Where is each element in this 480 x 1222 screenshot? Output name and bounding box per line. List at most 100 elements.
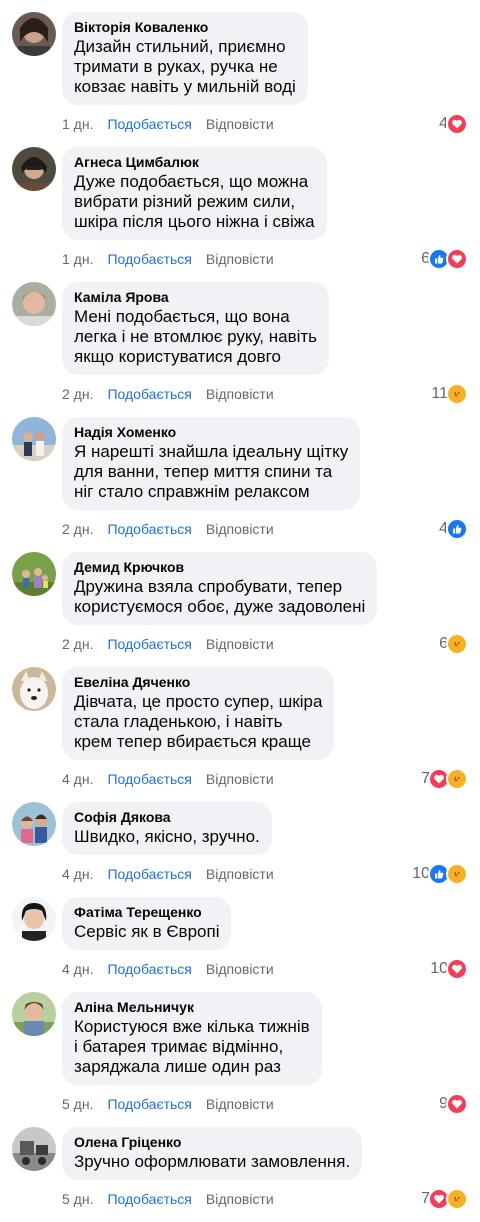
comment-time[interactable]: 4 дн. — [62, 960, 93, 978]
comment-time[interactable]: 2 дн. — [62, 520, 93, 538]
comment-time[interactable]: 2 дн. — [62, 635, 93, 653]
reply-button[interactable]: Відповісти — [206, 865, 274, 883]
reply-button[interactable]: Відповісти — [206, 1190, 274, 1208]
comment-actions: 4 дн. Подобається Відповісти — [62, 770, 274, 788]
comment-author[interactable]: Софія Дякова — [74, 808, 260, 826]
reply-button[interactable]: Відповісти — [206, 635, 274, 653]
comment-author[interactable]: Олена Гріценко — [74, 1133, 350, 1151]
heart-icon — [446, 113, 468, 135]
avatar[interactable] — [12, 1127, 56, 1171]
like-button[interactable]: Подобається — [107, 1190, 191, 1208]
comment-time[interactable]: 5 дн. — [62, 1095, 93, 1113]
comment-actions: 5 дн. Подобається Відповісти — [62, 1190, 274, 1208]
avatar[interactable] — [12, 147, 56, 191]
comment-author[interactable]: Агнеса Цимбалюк — [74, 153, 315, 171]
comment-bubble: Олена Гріценко Зручно оформлювати замовл… — [62, 1127, 363, 1180]
avatar[interactable] — [12, 992, 56, 1036]
heart-icon — [446, 248, 468, 270]
comment-author[interactable]: Надія Хоменко — [74, 423, 348, 441]
reaction-summary[interactable]: 7 — [421, 768, 468, 790]
comment-actions: 4 дн. Подобається Відповісти — [62, 865, 274, 883]
comment: Демид Крючков Дружина взяла спробувати, … — [0, 552, 480, 667]
comment-author[interactable]: Аліна Мельничук — [74, 998, 310, 1016]
reaction-summary[interactable]: 4 — [439, 113, 468, 135]
like-button[interactable]: Подобається — [107, 770, 191, 788]
comment-bubble: Каміла Ярова Мені подобається, що вона л… — [62, 282, 330, 375]
comment-bubble: Надія Хоменко Я нарешті знайшла ідеальну… — [62, 417, 361, 510]
avatar[interactable] — [12, 417, 56, 461]
like-button[interactable]: Подобається — [107, 250, 191, 268]
like-button[interactable]: Подобається — [107, 385, 191, 403]
care-icon — [446, 863, 468, 885]
comment-author[interactable]: Вікторія Коваленко — [74, 18, 296, 36]
avatar[interactable] — [12, 12, 56, 56]
comment: Надія Хоменко Я нарешті знайшла ідеальну… — [0, 417, 480, 552]
comment-bubble: Евеліна Дяченко Дівчата, це просто супер… — [62, 667, 335, 760]
like-button[interactable]: Подобається — [107, 1095, 191, 1113]
comment-author[interactable]: Евеліна Дяченко — [74, 673, 322, 691]
comment-actions: 1 дн. Подобається Відповісти — [62, 115, 274, 133]
reply-button[interactable]: Відповісти — [206, 385, 274, 403]
comment-text: Сервіс як в Європі — [74, 922, 220, 941]
reply-button[interactable]: Відповісти — [206, 770, 274, 788]
reaction-summary[interactable]: 4 — [439, 518, 468, 540]
comment-author[interactable]: Демид Крючков — [74, 558, 365, 576]
comment-bubble: Аліна Мельничук Користуюся вже кілька ти… — [62, 992, 322, 1085]
reaction-summary[interactable]: 6 — [439, 633, 468, 655]
comment-text: Я нарешті знайшла ідеальну щітку для ван… — [74, 442, 349, 501]
comment-bubble: Демид Крючков Дружина взяла спробувати, … — [62, 552, 378, 625]
heart-icon — [446, 958, 468, 980]
comment-actions: 4 дн. Подобається Відповісти — [62, 960, 274, 978]
reply-button[interactable]: Відповісти — [206, 520, 274, 538]
reaction-summary[interactable]: 7 — [421, 1188, 468, 1210]
reply-button[interactable]: Відповісти — [206, 115, 274, 133]
reaction-summary[interactable]: 9 — [439, 1093, 468, 1115]
comment-author[interactable]: Каміла Ярова — [74, 288, 317, 306]
reply-button[interactable]: Відповісти — [206, 960, 274, 978]
reaction-summary[interactable]: 6 — [421, 248, 468, 270]
comment-text: Швидко, якісно, зручно. — [74, 827, 260, 846]
care-icon — [446, 633, 468, 655]
comment-time[interactable]: 4 дн. — [62, 865, 93, 883]
comment-bubble: Агнеса Цимбалюк Дуже подобається, що мож… — [62, 147, 327, 240]
reaction-summary[interactable]: 11 — [431, 383, 468, 405]
like-button[interactable]: Подобається — [107, 115, 191, 133]
comment: Олена Гріценко Зручно оформлювати замовл… — [0, 1127, 480, 1222]
care-icon — [446, 383, 468, 405]
comment-text: Дизайн стильний, приємно тримати в руках… — [74, 37, 296, 96]
comment-time[interactable]: 4 дн. — [62, 770, 93, 788]
comment: Каміла Ярова Мені подобається, що вона л… — [0, 282, 480, 417]
like-button[interactable]: Подобається — [107, 960, 191, 978]
like-button[interactable]: Подобається — [107, 520, 191, 538]
comment: Евеліна Дяченко Дівчата, це просто супер… — [0, 667, 480, 802]
reply-button[interactable]: Відповісти — [206, 250, 274, 268]
comment-bubble: Софія Дякова Швидко, якісно, зручно. — [62, 802, 272, 855]
comment-time[interactable]: 1 дн. — [62, 250, 93, 268]
avatar[interactable] — [12, 802, 56, 846]
comment-actions: 2 дн. Подобається Відповісти — [62, 520, 274, 538]
avatar[interactable] — [12, 552, 56, 596]
comment: Софія Дякова Швидко, якісно, зручно. 4 д… — [0, 802, 480, 897]
comment-bubble: Вікторія Коваленко Дизайн стильний, приє… — [62, 12, 308, 105]
comment-time[interactable]: 2 дн. — [62, 385, 93, 403]
comment-text: Дуже подобається, що можна вибрати різни… — [74, 172, 315, 231]
reaction-summary[interactable]: 10 — [430, 958, 468, 980]
avatar[interactable] — [12, 897, 56, 941]
reply-button[interactable]: Відповісти — [206, 1095, 274, 1113]
comment-text: Користуюся вже кілька тижнів і батарея т… — [74, 1017, 310, 1076]
avatar[interactable] — [12, 667, 56, 711]
like-icon — [446, 518, 468, 540]
care-icon — [446, 768, 468, 790]
comment-time[interactable]: 5 дн. — [62, 1190, 93, 1208]
comment-time[interactable]: 1 дн. — [62, 115, 93, 133]
comment: Агнеса Цимбалюк Дуже подобається, що мож… — [0, 147, 480, 282]
comment-actions: 2 дн. Подобається Відповісти — [62, 385, 274, 403]
reaction-summary[interactable]: 10 — [412, 863, 468, 885]
comment-author[interactable]: Фатіма Терещенко — [74, 903, 219, 921]
like-button[interactable]: Подобається — [107, 635, 191, 653]
comment-text: Дівчата, це просто супер, шкіра стала гл… — [74, 692, 323, 751]
avatar[interactable] — [12, 282, 56, 326]
comment: Фатіма Терещенко Сервіс як в Європі 4 дн… — [0, 897, 480, 992]
like-button[interactable]: Подобається — [107, 865, 191, 883]
comment-text: Дружина взяла спробувати, тепер користує… — [74, 577, 366, 616]
